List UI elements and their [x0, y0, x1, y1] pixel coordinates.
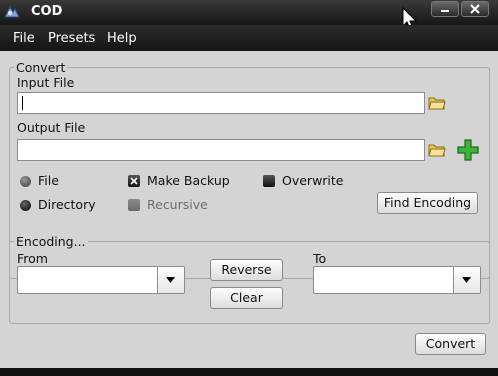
- text-caret: [22, 96, 23, 110]
- convert-button[interactable]: Convert: [415, 333, 486, 355]
- checkmark-x-icon: [130, 177, 138, 185]
- to-dropdown-button[interactable]: [453, 267, 480, 293]
- make-backup-label: Make Backup: [147, 173, 230, 188]
- from-encoding-combo[interactable]: [17, 266, 185, 294]
- reverse-button[interactable]: Reverse: [210, 259, 283, 281]
- chevron-down-icon: [462, 277, 471, 283]
- minimize-button[interactable]: [431, 1, 459, 17]
- minimize-icon: [441, 10, 449, 12]
- convert-legend: Convert: [16, 60, 66, 75]
- bottom-border: [0, 368, 498, 376]
- from-dropdown-button[interactable]: [157, 267, 184, 293]
- app-icon: [4, 5, 20, 18]
- overwrite-checkbox[interactable]: [263, 175, 275, 187]
- encoding-legend: Encoding...: [16, 234, 86, 249]
- file-radio[interactable]: [20, 176, 31, 187]
- output-file-label: Output File: [17, 120, 86, 135]
- menu-help[interactable]: Help: [107, 31, 137, 46]
- main-content: Convert Input File Output File File Dire…: [0, 51, 498, 368]
- add-plus-icon[interactable]: [457, 139, 479, 161]
- title-bar: COD: [0, 0, 498, 30]
- to-label: To: [313, 251, 327, 266]
- recursive-label: Recursive: [147, 197, 208, 212]
- menu-bar: File Presets Help: [0, 25, 498, 51]
- to-encoding-combo[interactable]: [313, 266, 481, 294]
- file-radio-label: File: [38, 173, 59, 188]
- directory-radio[interactable]: [20, 200, 31, 211]
- overwrite-label: Overwrite: [282, 173, 344, 188]
- find-encoding-button[interactable]: Find Encoding: [377, 192, 478, 214]
- close-button[interactable]: [461, 1, 489, 17]
- input-file-field[interactable]: [17, 92, 425, 114]
- make-backup-checkbox[interactable]: [128, 175, 140, 187]
- from-label: From: [17, 251, 48, 266]
- directory-radio-label: Directory: [38, 197, 96, 212]
- clear-button[interactable]: Clear: [210, 287, 283, 309]
- output-file-field[interactable]: [17, 139, 425, 161]
- window-title: COD: [31, 4, 63, 19]
- menu-file[interactable]: File: [13, 31, 35, 46]
- browse-output-folder-icon[interactable]: [428, 141, 446, 159]
- close-icon: [470, 4, 480, 14]
- recursive-checkbox[interactable]: [128, 199, 140, 211]
- browse-input-folder-icon[interactable]: [428, 94, 446, 112]
- input-file-label: Input File: [17, 75, 75, 90]
- menu-presets[interactable]: Presets: [48, 31, 95, 46]
- chevron-down-icon: [166, 277, 175, 283]
